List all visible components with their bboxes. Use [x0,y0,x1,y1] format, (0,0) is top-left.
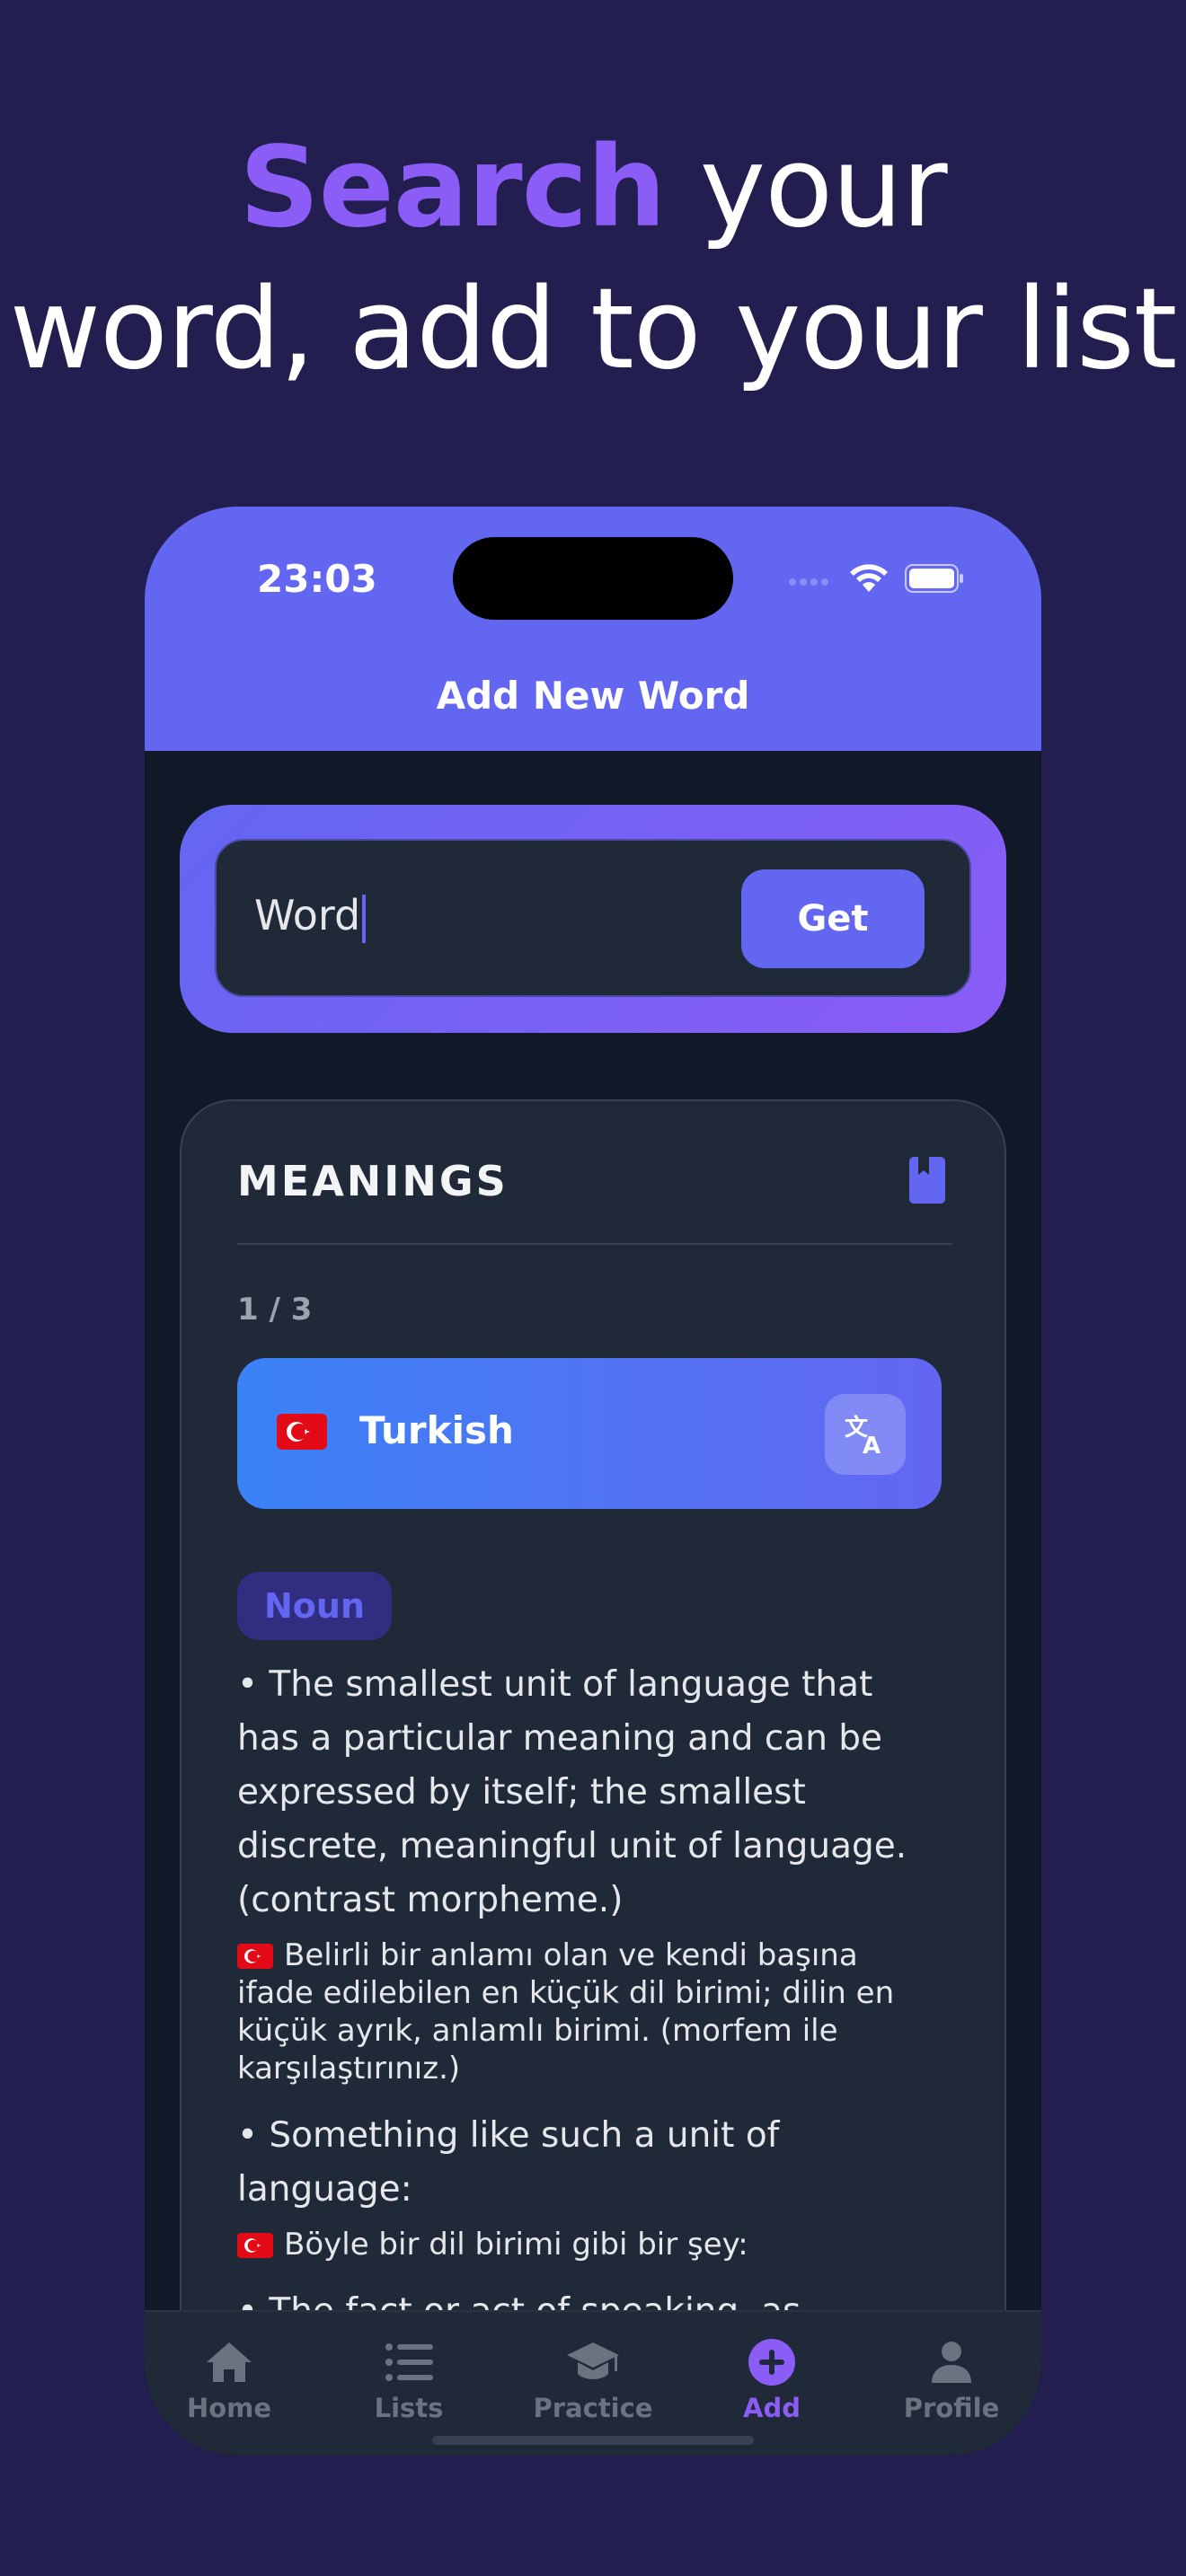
screen-title: Add New Word [436,674,750,718]
tab-lists-label: Lists [374,2393,444,2423]
cellular-signal-icon [789,578,828,586]
tab-practice[interactable]: Practice [512,2335,674,2423]
part-of-speech-badge: Noun [237,1572,393,1640]
meanings-card: MEANINGS 1 / 3 Turkish 文 A Noun • The sm… [180,1099,1006,2456]
svg-text:A: A [863,1433,881,1457]
tab-profile[interactable]: Profile [871,2335,1032,2423]
dynamic-island [453,537,733,620]
definition-tr-2: Böyle bir dil birimi gibi bir şey: [237,2226,920,2263]
translate-icon: 文 A [845,1414,881,1457]
tab-profile-label: Profile [903,2393,1000,2423]
get-button[interactable]: Get [741,869,925,968]
tab-practice-label: Practice [533,2393,653,2423]
card-divider [237,1243,952,1245]
meanings-title: MEANINGS [237,1157,509,1205]
language-bar[interactable]: Turkish 文 A [237,1358,942,1509]
translate-button[interactable]: 文 A [825,1394,906,1475]
wifi-icon [850,564,888,592]
tab-home-label: Home [186,2393,272,2423]
tab-add[interactable]: Add [691,2335,853,2423]
headline-line1-rest: your [665,123,948,252]
headline-accent: Search [239,123,666,252]
house-icon [207,2342,252,2382]
definition-tr-1: Belirli bir anlamı olan ve kendi başına … [237,1936,920,2087]
turkey-flag-icon [277,1414,327,1450]
tab-home[interactable]: Home [148,2335,310,2423]
plus-circle-icon [748,2339,795,2386]
text-caret [362,894,367,943]
promo-headline: Search your word, add to your list [0,117,1186,401]
search-panel: Word Get [180,805,1006,1033]
battery-icon [905,564,963,593]
phone-screen: 23:03 Add New Word Word Get MEANINGS 1 /… [145,507,1041,2456]
book-icon[interactable] [907,1157,947,1204]
status-icons [788,560,964,596]
home-indicator [432,2436,754,2445]
headline-line2: word, add to your list [9,265,1178,394]
tab-lists[interactable]: Lists [328,2335,490,2423]
definition-tr-1-text: Belirli bir anlamı olan ve kendi başına … [237,1937,895,2086]
turkey-flag-icon [237,1944,273,1969]
word-input-value: Word [254,891,361,940]
list-icon [385,2343,433,2381]
definition-tr-2-text: Böyle bir dil birimi gibi bir şey: [284,2227,748,2263]
word-input[interactable]: Word [254,891,367,943]
word-input-box[interactable]: Word Get [215,839,971,997]
definition-en-2: • Something like such a unit of language… [237,2115,780,2210]
person-icon [932,2342,971,2383]
tab-bar: Home Lists Practice Add Profile [145,2310,1041,2456]
tab-add-label: Add [743,2393,801,2423]
meaning-counter: 1 / 3 [237,1292,313,1328]
definition-en-1: • The smallest unit of language that has… [237,1664,907,1920]
top-bar: 23:03 Add New Word [145,507,1041,751]
status-time: 23:03 [257,557,377,601]
language-name: Turkish [359,1408,514,1452]
turkey-flag-icon [237,2233,273,2258]
definitions-list: • The smallest unit of language that has… [237,1640,920,2393]
graduation-cap-icon [567,2342,619,2379]
